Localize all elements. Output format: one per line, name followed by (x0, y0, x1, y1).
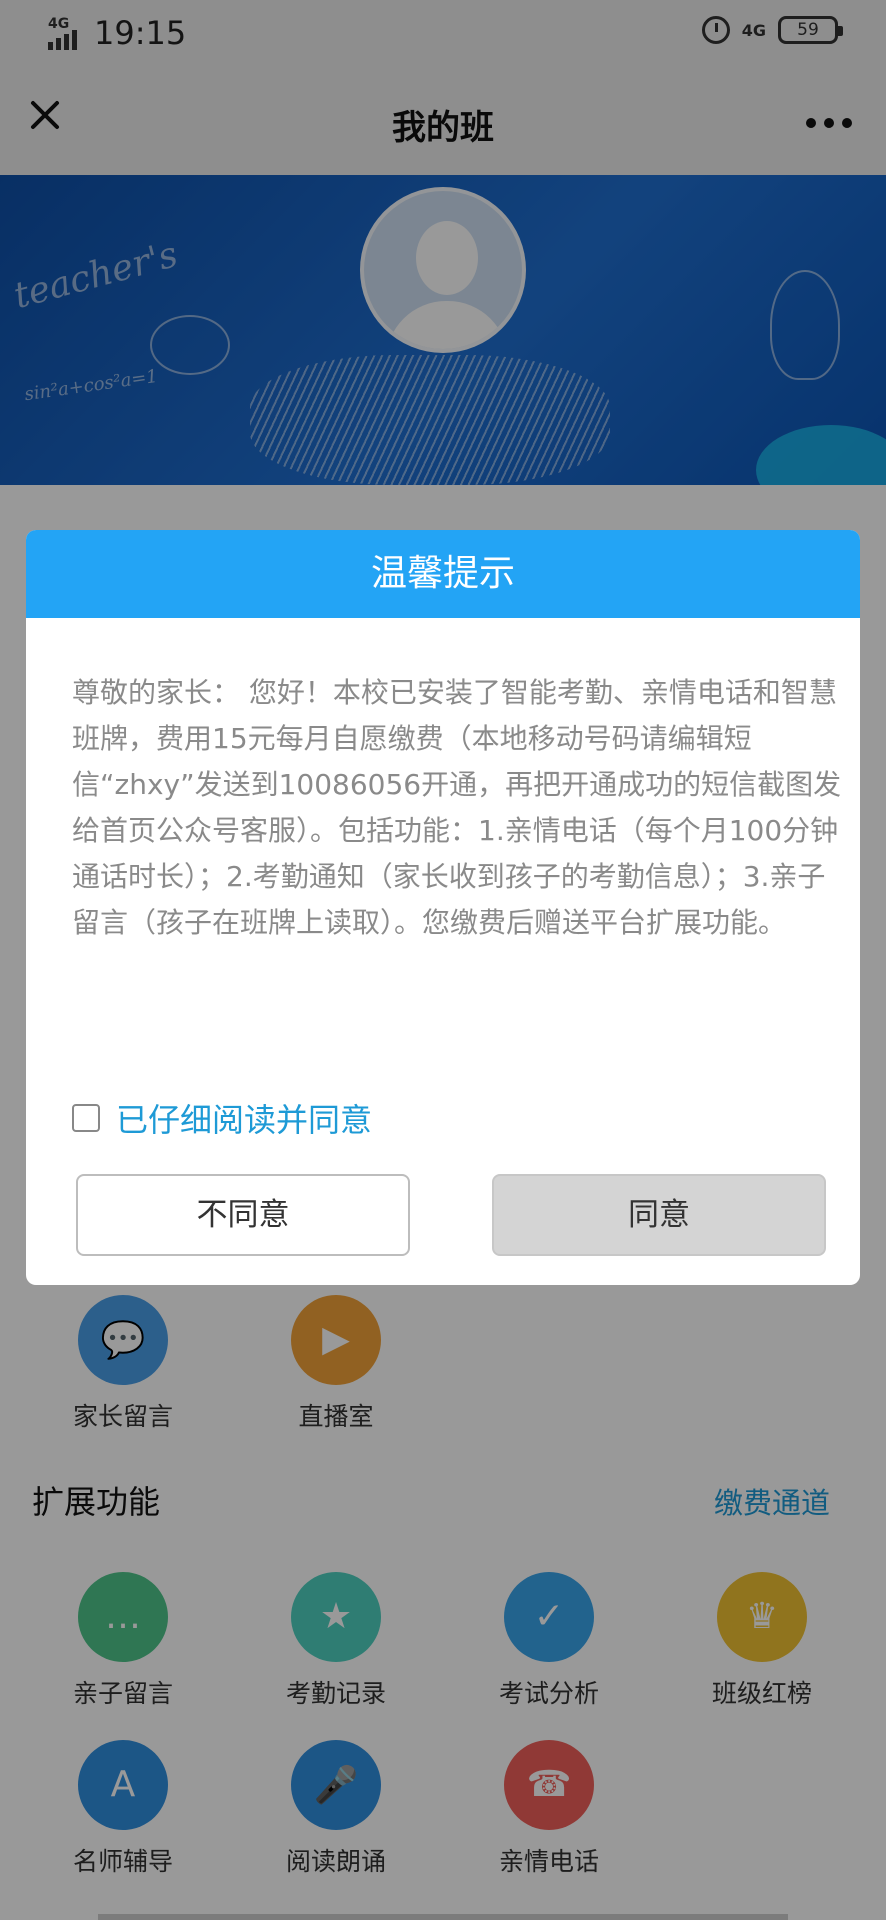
agree-checkbox-label[interactable]: 已仔细阅读并同意 (116, 1095, 372, 1141)
agree-button[interactable]: 同意 (492, 1174, 826, 1256)
disagree-button[interactable]: 不同意 (76, 1174, 410, 1256)
notice-dialog: 温馨提示 尊敬的家长： 您好！本校已安装了智能考勤、亲情电话和智慧班牌，费用15… (26, 530, 860, 1285)
dialog-title: 温馨提示 (26, 530, 860, 618)
dialog-message: 尊敬的家长： 您好！本校已安装了智能考勤、亲情电话和智慧班牌，费用15元每月自愿… (72, 676, 842, 939)
agree-checkbox[interactable] (72, 1104, 100, 1132)
agree-checkbox-row[interactable]: 已仔细阅读并同意 (72, 1095, 372, 1141)
